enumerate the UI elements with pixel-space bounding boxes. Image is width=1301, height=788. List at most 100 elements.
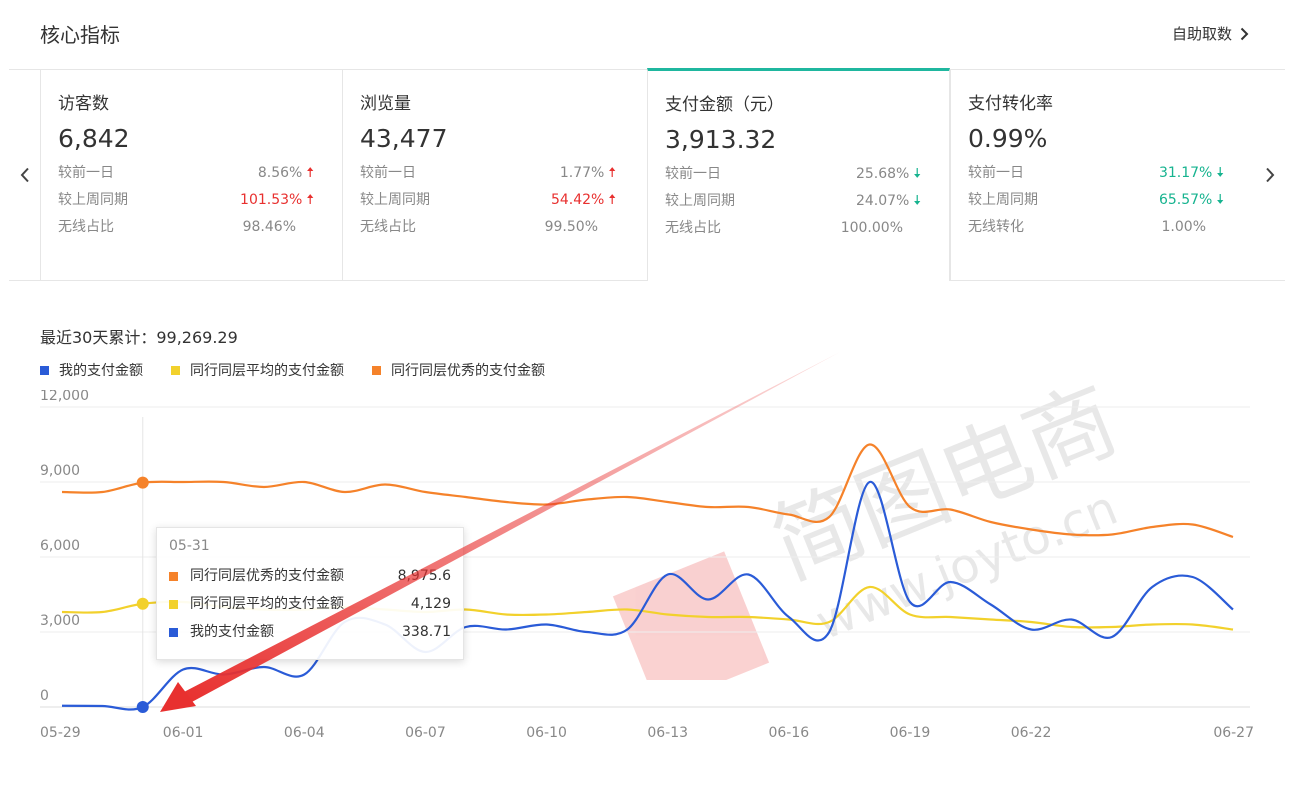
- card-title: 访客数: [58, 94, 109, 114]
- x-tick-label: 06-13: [647, 725, 688, 741]
- series-line-2: [61, 443, 1234, 539]
- card-value: 3,913.32: [665, 125, 777, 154]
- card-row: 无线占比 99.50%: [360, 214, 616, 241]
- row-value-wrap: 31.17% 🠇: [1159, 160, 1224, 187]
- row-label: 较上周同期: [968, 192, 1038, 208]
- x-tick-label: 06-01: [163, 725, 204, 741]
- arrow-down-icon: 🠇: [1216, 192, 1224, 208]
- next-button[interactable]: [1254, 70, 1285, 280]
- x-tick-label: 06-10: [526, 725, 567, 741]
- tooltip-swatch: [169, 571, 178, 581]
- y-tick-label: 0: [40, 688, 49, 704]
- tooltip-series-name: 我的支付金额: [190, 624, 274, 640]
- card-visitors[interactable]: 访客数 6,842 较前一日 8.56% 🠅 较上周同期 101.53% 🠅 无线占…: [40, 70, 343, 280]
- x-tick-label: 06-16: [768, 725, 809, 741]
- arrow-down-icon: 🠇: [913, 166, 921, 182]
- card-row: 较前一日 8.56% 🠅: [58, 160, 314, 187]
- card-row: 较上周同期 65.57% 🠇: [968, 187, 1224, 214]
- arrow-up-icon: 🠅: [608, 165, 616, 181]
- row-value: 101.53%: [240, 192, 303, 208]
- chevron-left-icon: [20, 167, 29, 183]
- row-value-wrap: 24.07% 🠇: [856, 188, 921, 215]
- card-title: 浏览量: [360, 94, 411, 114]
- y-tick-label: 12,000: [40, 390, 89, 404]
- card-conversion-rate[interactable]: 支付转化率 0.99% 较前一日 31.17% 🠇 较上周同期 65.57% 🠇 无…: [950, 70, 1253, 280]
- card-payment-amount[interactable]: 支付金额（元） 3,913.32 较前一日 25.68% 🠇 较上周同期 24.0…: [647, 68, 950, 281]
- tooltip-row: 同行同层优秀的支付金额 8,975.6: [169, 562, 451, 590]
- x-tick-label: 06-22: [1011, 725, 1052, 741]
- summary-text: 最近30天累计：99,269.29: [40, 328, 238, 347]
- row-value: 65.57%: [1158, 192, 1213, 208]
- row-value-wrap: 65.57% 🠇: [1159, 187, 1224, 214]
- page-title: 核心指标: [40, 23, 120, 47]
- x-tick-label: 06-07: [405, 725, 446, 741]
- legend-item-excellent[interactable]: 同行同层优秀的支付金额: [372, 360, 545, 380]
- legend-item-average[interactable]: 同行同层平均的支付金额: [171, 360, 344, 380]
- legend-label: 我的支付金额: [59, 363, 143, 379]
- row-value-wrap: 1.00%: [1162, 214, 1224, 241]
- card-row: 无线转化 1.00%: [968, 214, 1224, 241]
- row-label: 无线占比: [360, 219, 416, 235]
- legend-swatch: [171, 365, 180, 375]
- row-value-wrap: 100.00%: [841, 215, 921, 242]
- card-value: 43,477: [360, 124, 448, 153]
- highlight-point-2: [136, 476, 149, 489]
- card-row: 无线占比 100.00%: [665, 215, 921, 242]
- tooltip-series-name: 同行同层优秀的支付金额: [190, 568, 344, 584]
- row-label: 较前一日: [665, 166, 721, 182]
- row-value: 54.42%: [550, 192, 605, 208]
- row-value-wrap: 1.77% 🠅: [560, 160, 616, 187]
- tooltip-series-value: 4,129: [410, 596, 451, 612]
- card-pageviews[interactable]: 浏览量 43,477 较前一日 1.77% 🠅 较上周同期 54.42% 🠅 无线占…: [342, 70, 645, 280]
- row-value: 98.46%: [242, 219, 296, 235]
- header: 核心指标 自助取数: [0, 0, 1301, 66]
- row-value: 99.50%: [544, 219, 598, 235]
- row-value-wrap: 8.56% 🠅: [258, 160, 314, 187]
- chart-tooltip: 05-31 同行同层优秀的支付金额 8,975.6 同行同层平均的支付金额 4,…: [156, 527, 464, 660]
- card-value: 6,842: [58, 124, 130, 153]
- y-tick-label: 9,000: [40, 463, 80, 479]
- row-value-wrap: 99.50%: [545, 214, 616, 241]
- tooltip-date: 05-31: [169, 538, 210, 554]
- row-value: 1.77%: [559, 165, 605, 181]
- card-title: 支付转化率: [968, 94, 1053, 114]
- card-row: 较前一日 25.68% 🠇: [665, 161, 921, 188]
- row-value: 100.00%: [840, 220, 903, 236]
- row-label: 较上周同期: [360, 192, 430, 208]
- metric-cards: 访客数 6,842 较前一日 8.56% 🠅 较上周同期 101.53% 🠅 无线占…: [9, 68, 1285, 281]
- card-row: 较前一日 31.17% 🠇: [968, 160, 1224, 187]
- chart-legend: 我的支付金额 同行同层平均的支付金额 同行同层优秀的支付金额: [40, 360, 545, 380]
- legend-swatch: [40, 365, 49, 375]
- row-value: 1.00%: [1161, 219, 1206, 235]
- chevron-right-icon: [1240, 27, 1249, 40]
- legend-label: 同行同层优秀的支付金额: [391, 363, 545, 379]
- row-label: 无线转化: [968, 219, 1024, 235]
- row-label: 无线占比: [58, 219, 114, 235]
- x-tick-label: 06-19: [890, 725, 931, 741]
- card-row: 较上周同期 101.53% 🠅: [58, 187, 314, 214]
- card-value: 0.99%: [968, 124, 1048, 153]
- card-title: 支付金额（元）: [665, 95, 784, 115]
- row-label: 较前一日: [968, 165, 1024, 181]
- highlight-point-1: [136, 597, 149, 610]
- tooltip-swatch: [169, 599, 178, 609]
- chevron-right-icon: [1265, 167, 1274, 183]
- card-row: 无线占比 98.46%: [58, 214, 314, 241]
- card-row: 较前一日 1.77% 🠅: [360, 160, 616, 187]
- tooltip-series-name: 同行同层平均的支付金额: [190, 596, 344, 612]
- row-value-wrap: 54.42% 🠅: [551, 187, 616, 214]
- row-value: 8.56%: [257, 165, 303, 181]
- tooltip-series-value: 338.71: [402, 624, 451, 640]
- y-tick-label: 3,000: [40, 613, 80, 629]
- legend-item-mine[interactable]: 我的支付金额: [40, 360, 143, 380]
- row-label: 无线占比: [665, 220, 721, 236]
- row-label: 较前一日: [360, 165, 416, 181]
- arrow-down-icon: 🠇: [913, 193, 921, 209]
- prev-button[interactable]: [9, 70, 40, 280]
- arrow-up-icon: 🠅: [306, 165, 314, 181]
- x-tick-label: 05-29: [40, 725, 81, 741]
- y-tick-label: 6,000: [40, 538, 80, 554]
- row-value: 24.07%: [855, 193, 910, 209]
- tooltip-row: 同行同层平均的支付金额 4,129: [169, 590, 451, 618]
- custom-data-link[interactable]: 自助取数: [1172, 23, 1249, 44]
